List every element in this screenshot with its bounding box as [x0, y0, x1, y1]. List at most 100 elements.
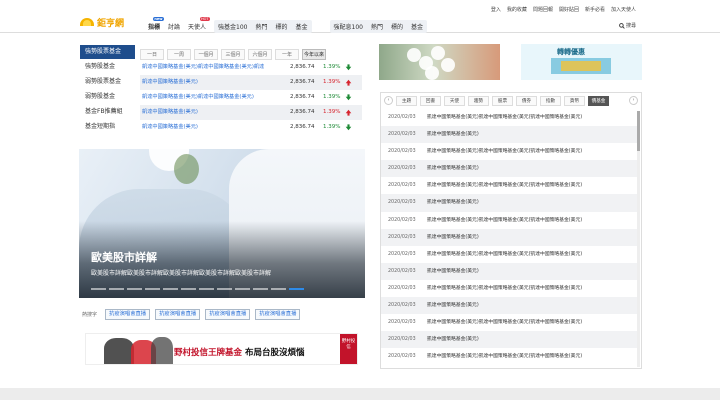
- nav-item-hot[interactable]: 熱門: [252, 22, 272, 31]
- news-row[interactable]: 2020/02/03 凱達中國策略基金(美元): [381, 262, 639, 280]
- fund-category-item[interactable]: 強勢股票基金: [80, 45, 135, 59]
- news-tab[interactable]: 貨幣: [564, 95, 585, 106]
- news-title[interactable]: 凱達中國策略基金(美元): [427, 229, 627, 246]
- fund-row[interactable]: 凱達中國策略基金(美元) 2,836.74 1.39%: [140, 75, 362, 90]
- news-title[interactable]: 凱達中國策略基金(美元): [427, 263, 627, 280]
- hero-banner[interactable]: 歐美股市詳解 歐美股市詳解歐美股市詳解歐美股市詳解歐美股市詳解歐美股市詳解: [79, 149, 365, 298]
- carousel-dot[interactable]: [91, 288, 106, 290]
- news-title[interactable]: 凱達中國策略基金(美元): [427, 331, 627, 348]
- nav-item-strong-dividend-100[interactable]: 強配息100: [330, 22, 367, 31]
- hot-tag[interactable]: 抗疫演唱會直播: [105, 309, 151, 320]
- fund-name[interactable]: 凱達中國策略基金(美元): [142, 75, 282, 90]
- carousel-dot[interactable]: [163, 288, 178, 290]
- fund-name[interactable]: 凱達中國策略基金(美元): [142, 105, 282, 120]
- carousel-dot[interactable]: [217, 288, 232, 290]
- news-tab[interactable]: 債券: [516, 95, 537, 106]
- nav-item-strong-fund-100[interactable]: 強基金100: [214, 22, 251, 31]
- news-title[interactable]: 凱達中國策略基金(美元): [427, 194, 627, 211]
- promo-banner-flowers[interactable]: [379, 44, 500, 80]
- fund-row[interactable]: 凱達中國策略基金(美元) 2,836.74 1.39%: [140, 120, 362, 135]
- news-title[interactable]: 凱達中國策略基金(美元): [427, 126, 627, 143]
- carousel-dot[interactable]: [127, 288, 142, 290]
- news-row[interactable]: 2020/02/03 凱達中國策略基金(美元): [381, 194, 639, 212]
- carousel-dot[interactable]: [253, 288, 268, 290]
- news-row[interactable]: 2020/02/03 凱達中國策略基金(美元)凱達中國策略基金(美元)凱達中國策略…: [381, 143, 639, 160]
- news-title[interactable]: 凱達中國策略基金(美元)凱達中國策略基金(美元)凱達中國策略基金(美元): [427, 109, 627, 126]
- post-link[interactable]: 開好貼回: [559, 6, 579, 13]
- news-row[interactable]: 2020/02/03 凱達中國策略基金(美元): [381, 126, 639, 144]
- carousel-dot[interactable]: [271, 288, 286, 290]
- period-tab[interactable]: 一日: [140, 49, 164, 60]
- fund-name[interactable]: 凱達中國策略基金(美元)凱達中國策略基金(美元)凱達: [142, 60, 282, 75]
- nav-item-fund[interactable]: 基金: [292, 22, 312, 31]
- site-logo[interactable]: 鉅亨網: [79, 14, 124, 30]
- nav-item-hot[interactable]: 熱門: [367, 22, 387, 31]
- news-row[interactable]: 2020/02/03 凱達中國策略基金(美元)凱達中國策略基金(美元)凱達中國策略…: [381, 177, 639, 194]
- news-tab[interactable]: 指數: [540, 95, 561, 106]
- favorites-link[interactable]: 我的收藏: [507, 6, 527, 13]
- news-row[interactable]: 2020/02/03 凱達中國策略基金(美元): [381, 331, 639, 349]
- fund-name[interactable]: 凱達中國策略基金(美元): [142, 120, 282, 135]
- news-title[interactable]: 凱達中國策略基金(美元)凱達中國策略基金(美元)凱達中國策略基金(美元): [427, 143, 627, 160]
- news-row[interactable]: 2020/02/03 凱達中國策略基金(美元)凱達中國策略基金(美元)凱達中國策略…: [381, 314, 639, 331]
- carousel-dot[interactable]: [199, 288, 214, 290]
- nav-item-fund[interactable]: 基金: [407, 22, 427, 31]
- fund-row[interactable]: 凱達中國策略基金(美元) 2,836.74 1.39%: [140, 105, 362, 120]
- period-tab[interactable]: 一年: [275, 49, 299, 60]
- hot-tag[interactable]: 抗疫演唱會直播: [155, 309, 201, 320]
- news-title[interactable]: 凱達中國策略基金(美元)凱達中國策略基金(美元)凱達中國策略基金(美元): [427, 314, 627, 331]
- news-title[interactable]: 凱達中國策略基金(美元)凱達中國策略基金(美元)凱達中國策略基金(美元): [427, 177, 627, 194]
- period-tab[interactable]: 一周: [167, 49, 191, 60]
- carousel-dot[interactable]: [145, 288, 160, 290]
- news-row[interactable]: 2020/02/03 凱達中國策略基金(美元): [381, 297, 639, 315]
- news-tab[interactable]: 天使: [444, 95, 465, 106]
- carousel-dot[interactable]: [109, 288, 124, 290]
- fund-row[interactable]: 凱達中國策略基金(美元)凱達中國策略基金(美元) 2,836.74 1.39%: [140, 90, 362, 105]
- search-button[interactable]: 搜尋: [619, 22, 636, 29]
- news-row[interactable]: 2020/02/03 凱達中國策略基金(美元)凱達中國策略基金(美元)凱達中國策略…: [381, 109, 639, 126]
- news-scrollbar[interactable]: [637, 111, 640, 367]
- news-title[interactable]: 凱達中國策略基金(美元)凱達中國策略基金(美元)凱達中國策略基金(美元): [427, 212, 627, 229]
- login-link[interactable]: 登入: [491, 6, 501, 13]
- fund-name[interactable]: 凱達中國策略基金(美元)凱達中國策略基金(美元): [142, 90, 282, 105]
- fund-category-item[interactable]: 基金FB推薦組: [80, 104, 135, 119]
- carousel-dot[interactable]: [235, 288, 250, 290]
- news-row[interactable]: 2020/02/03 凱達中國策略基金(美元): [381, 160, 639, 178]
- promo-banner-discount[interactable]: 轉轉優惠: [521, 44, 642, 80]
- news-title[interactable]: 凱達中國策略基金(美元)凱達中國策略基金(美元)凱達中國策略基金(美元): [427, 246, 627, 263]
- fund-category-item[interactable]: 基金短期指: [80, 119, 135, 134]
- nav-item-angel[interactable]: 天使人 HOT: [184, 17, 211, 31]
- news-row[interactable]: 2020/02/03 凱達中國策略基金(美元)凱達中國策略基金(美元)凱達中國策略…: [381, 212, 639, 229]
- hero-title[interactable]: 歐美股市詳解: [91, 249, 157, 265]
- chevron-left-icon[interactable]: ‹: [384, 96, 393, 105]
- news-tab[interactable]: 股票: [492, 95, 513, 106]
- period-tab[interactable]: 六個月: [248, 49, 272, 60]
- news-title[interactable]: 凱達中國策略基金(美元)凱達中國策略基金(美元)凱達中國策略基金(美元): [427, 348, 627, 365]
- scrollbar-thumb[interactable]: [637, 111, 640, 151]
- news-tab[interactable]: 趨勢: [468, 95, 489, 106]
- fund-row[interactable]: 凱達中國策略基金(美元)凱達中國策略基金(美元)凱達 2,836.74 1.39%: [140, 60, 362, 75]
- nav-item-target[interactable]: 標的: [272, 22, 292, 31]
- hot-tag[interactable]: 抗疫演唱會直播: [205, 309, 251, 320]
- fund-category-item[interactable]: 弱勢股票基金: [80, 74, 135, 89]
- nav-item-target[interactable]: 標的: [387, 22, 407, 31]
- nav-item-indicator[interactable]: 指標 new: [144, 17, 165, 31]
- news-title[interactable]: 凱達中國策略基金(美元)凱達中國策略基金(美元)凱達中國策略基金(美元): [427, 280, 627, 297]
- news-row[interactable]: 2020/02/03 凱達中國策略基金(美元)凱達中國策略基金(美元)凱達中國策略…: [381, 348, 639, 365]
- fund-category-item[interactable]: 弱勢股基金: [80, 89, 135, 104]
- news-row[interactable]: 2020/02/03 凱達中國策略基金(美元)凱達中國策略基金(美元)凱達中國策略…: [381, 280, 639, 297]
- carousel-dot[interactable]: [289, 288, 304, 290]
- nav-item-discussion[interactable]: 討論: [164, 22, 184, 31]
- news-title[interactable]: 凱達中國策略基金(美元): [427, 297, 627, 314]
- newbie-link[interactable]: 新手必看: [585, 6, 605, 13]
- news-tab[interactable]: 回書: [420, 95, 441, 106]
- report-link[interactable]: 問題回報: [533, 6, 553, 13]
- ad-banner[interactable]: 野村投信王牌基金 布局台股沒煩惱 野村投信: [85, 333, 358, 365]
- period-tab[interactable]: 今年以來: [302, 49, 326, 60]
- hot-tag[interactable]: 抗疫演唱會直播: [255, 309, 301, 320]
- news-tab[interactable]: 主題: [396, 95, 417, 106]
- chevron-right-icon[interactable]: ›: [629, 96, 638, 105]
- period-tab[interactable]: 一個月: [194, 49, 218, 60]
- news-row[interactable]: 2020/02/03 凱達中國策略基金(美元): [381, 228, 639, 246]
- news-tab[interactable]: 債基金: [588, 95, 609, 106]
